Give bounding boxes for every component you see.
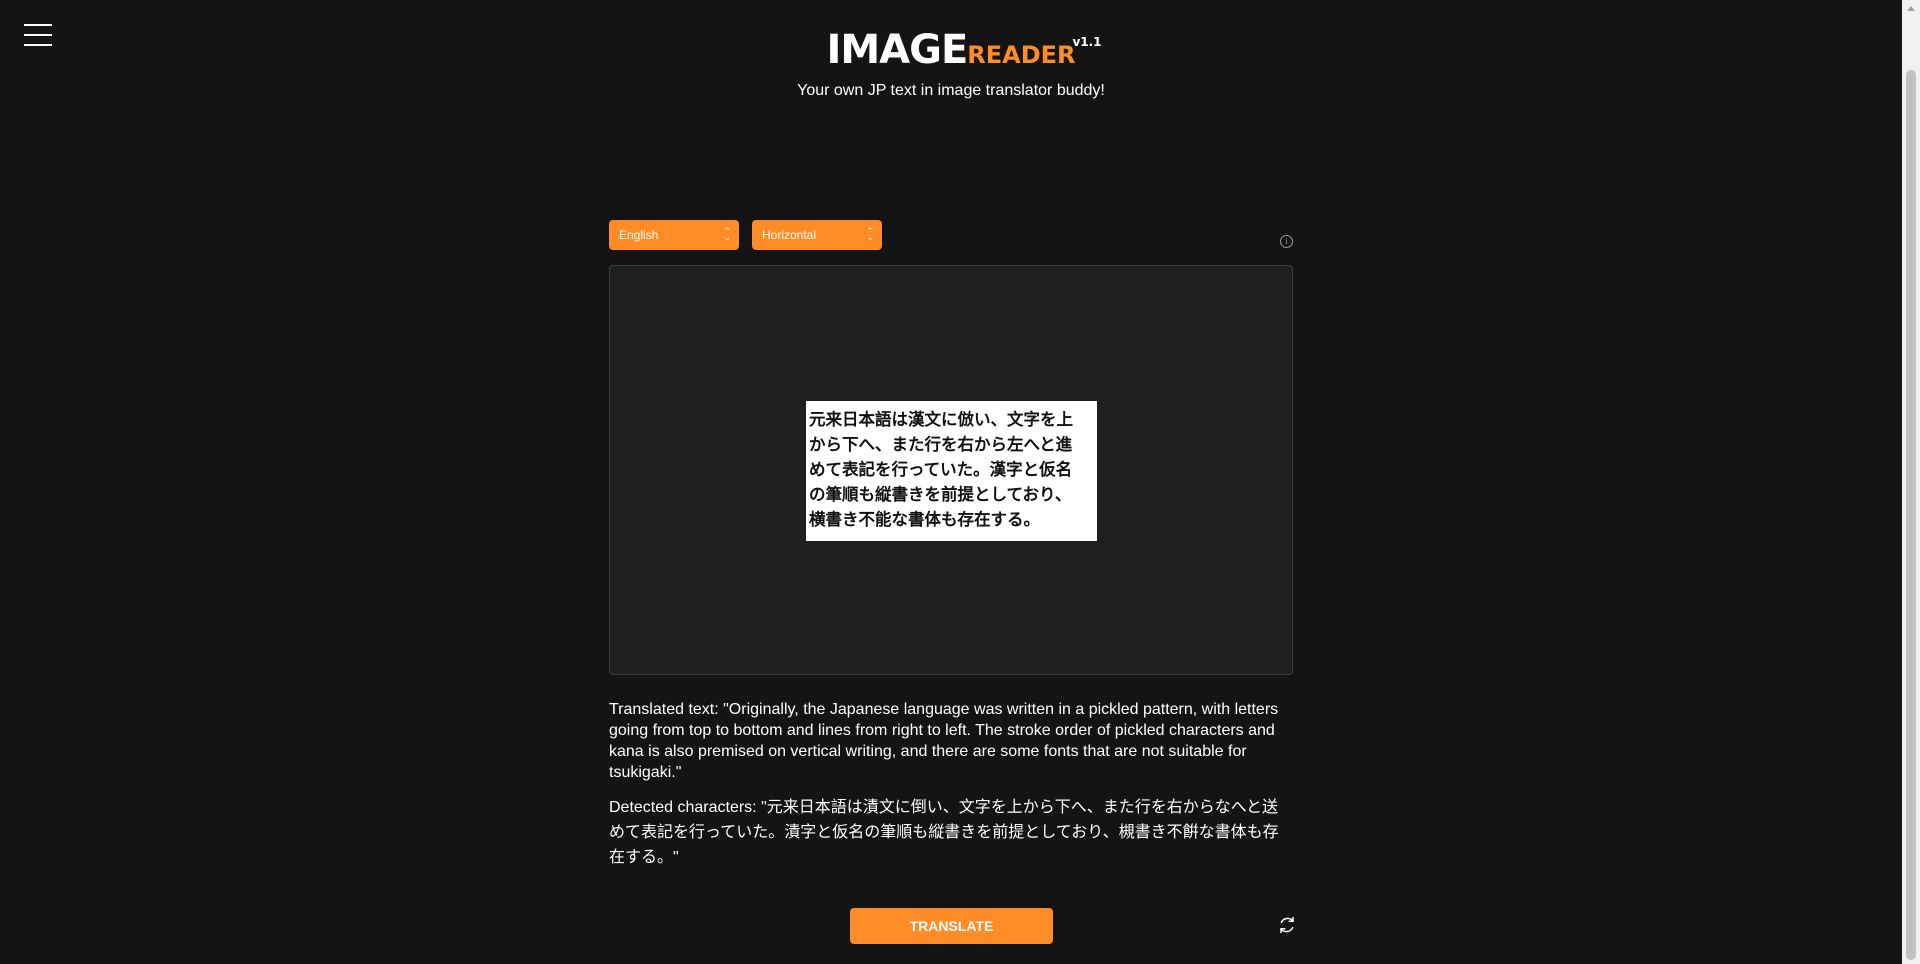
refresh-icon[interactable] <box>1278 916 1296 934</box>
page: IMAGEREADER v1.1 Your own JP text in ima… <box>0 0 1920 964</box>
tagline: Your own JP text in image translator bud… <box>797 82 1105 99</box>
app-logo: IMAGEREADER v1.1 <box>826 27 1101 73</box>
image-text-line: 横書き不能な書体も存在する。 <box>809 510 1040 529</box>
image-text-line: から下へ、また行を右から左へと進 <box>809 435 1073 454</box>
scroll-up-icon[interactable] <box>1907 6 1915 11</box>
image-text-line: 元来日本語は漢文に倣い、文字を上 <box>809 410 1073 429</box>
detected-characters: Detected characters: "元来日本語は漬文に倒い、文字を上から… <box>609 799 1279 866</box>
select-caret-icon: ⌃ ⌄ <box>723 226 731 242</box>
scrollbar-thumb[interactable] <box>1906 70 1916 960</box>
header: IMAGEREADER v1.1 Your own JP text in ima… <box>0 30 1902 100</box>
select-caret-icon: ⌃ ⌄ <box>866 226 874 242</box>
vertical-scrollbar[interactable] <box>1902 0 1920 964</box>
uploaded-image-preview: 元来日本語は漢文に倣い、文字を上 から下へ、また行を右から左へと進 めて表記を行… <box>806 401 1097 541</box>
language-select-value: English <box>619 228 659 242</box>
info-icon[interactable]: i <box>1280 235 1293 248</box>
translate-button[interactable]: TRANSLATE <box>850 908 1053 944</box>
image-text-line: めて表記を行っていた。漢字と仮名 <box>809 460 1073 479</box>
image-text-line: の筆順も縦書きを前提としており、 <box>809 485 1072 504</box>
image-drop-area[interactable]: 元来日本語は漢文に倣い、文字を上 から下へ、また行を右から左へと進 めて表記を行… <box>609 265 1293 675</box>
controls-bar: English ⌃ ⌄ Horizontal ⌃ ⌄ i <box>609 220 1293 250</box>
translated-text: Translated text: "Originally, the Japane… <box>609 701 1279 781</box>
orientation-select-value: Horizontal <box>762 228 817 242</box>
menu-bar <box>24 24 52 26</box>
logo-accent-text: READER <box>967 41 1076 69</box>
orientation-select[interactable]: Horizontal ⌃ ⌄ <box>752 220 882 250</box>
logo-main-text: IMAGE <box>826 27 968 73</box>
results-panel: Translated text: "Originally, the Japane… <box>609 699 1293 882</box>
version-badge: v1.1 <box>1072 35 1102 49</box>
language-select[interactable]: English ⌃ ⌄ <box>609 220 739 250</box>
